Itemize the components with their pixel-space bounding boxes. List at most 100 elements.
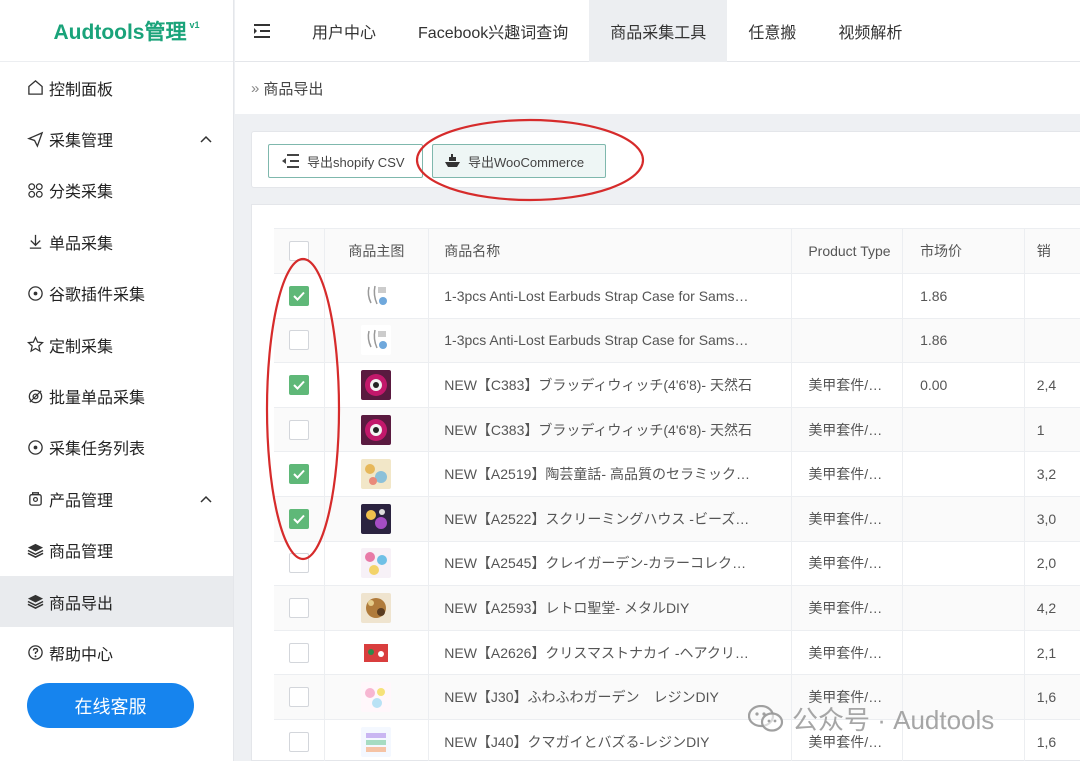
sidebar-item-5[interactable]: 定制采集 <box>0 319 233 370</box>
row-check-cell[interactable] <box>274 719 325 761</box>
tab-4[interactable]: 视频解析 <box>817 0 923 62</box>
row-check-cell[interactable] <box>274 541 325 586</box>
table-row[interactable]: NEW【A2519】陶芸童話- 高品質のセラミックビーズ 美甲套件/饰品 3,2 <box>274 452 1080 497</box>
row-checkbox[interactable] <box>288 642 309 663</box>
sidebar-item-11[interactable]: 帮助中心 <box>0 627 233 678</box>
row-checkbox[interactable] <box>288 374 309 395</box>
product-thumbnail[interactable] <box>361 369 392 400</box>
market-price-cell: 0.00 <box>903 363 1025 407</box>
tab-0[interactable]: 用户中心 <box>291 0 397 62</box>
export-shopify-csv-button[interactable]: 导出shopify CSV <box>268 144 423 178</box>
table-row[interactable]: NEW【C383】ブラッディウィッチ(4'6'8)- 天然石 美甲套件/饰品 1 <box>274 407 1080 453</box>
wechat-icon <box>748 704 784 732</box>
row-check-cell[interactable] <box>274 586 325 630</box>
row-check-cell[interactable] <box>274 363 325 407</box>
column-header[interactable]: Product Type <box>792 229 904 273</box>
row-checkbox[interactable] <box>288 731 309 752</box>
product-thumbnail[interactable] <box>361 637 392 668</box>
row-checkbox[interactable] <box>288 508 309 529</box>
table-row[interactable]: NEW【A2593】レトロ聖堂- メタルDIY 美甲套件/饰品 4,2 <box>274 586 1080 631</box>
sidebar-item-1[interactable]: 采集管理 <box>0 113 233 164</box>
sidebar-item-3[interactable]: 单品采集 <box>0 216 233 267</box>
table-row[interactable]: 1-3pcs Anti-Lost Earbuds Strap Case for … <box>274 318 1080 364</box>
select-all-cell[interactable] <box>274 229 325 273</box>
row-check-cell[interactable] <box>274 496 325 541</box>
row-checkbox[interactable] <box>288 687 309 708</box>
product-name-cell[interactable]: 1-3pcs Anti-Lost Earbuds Strap Case for … <box>429 274 793 318</box>
row-checkbox[interactable] <box>288 464 309 485</box>
gear-icon <box>26 387 44 405</box>
sidebar-item-6[interactable]: 批量单品采集 <box>0 370 233 421</box>
product-thumbnail[interactable] <box>361 503 392 534</box>
product-name-cell[interactable]: NEW【J30】ふわふわガーデン レジンDIY <box>429 675 793 719</box>
row-checkbox[interactable] <box>288 285 309 306</box>
product-thumbnail[interactable] <box>361 548 392 579</box>
column-header-label: 市场价 <box>920 243 963 259</box>
product-name-cell[interactable]: NEW【C383】ブラッディウィッチ(4'6'8)- 天然石 <box>429 407 793 452</box>
menu-toggle-icon[interactable] <box>235 0 291 62</box>
product-thumbnail[interactable] <box>361 726 392 757</box>
product-name-cell[interactable]: NEW【A2519】陶芸童話- 高品質のセラミックビーズ <box>429 452 793 496</box>
row-check-cell[interactable] <box>274 630 325 675</box>
table-row[interactable]: 1-3pcs Anti-Lost Earbuds Strap Case for … <box>274 274 1080 319</box>
breadcrumb-current[interactable]: 商品导出 <box>263 78 323 99</box>
row-checkbox[interactable] <box>288 419 309 440</box>
column-header[interactable]: 商品主图 <box>325 229 430 273</box>
sidebar-item-2[interactable]: 分类采集 <box>0 165 233 216</box>
tab-2[interactable]: 商品采集工具 <box>589 0 728 62</box>
row-checkbox[interactable] <box>288 553 309 574</box>
sales-value: 1 <box>1036 421 1045 438</box>
product-name-cell[interactable]: NEW【C383】ブラッディウィッチ(4'6'8)- 天然石 <box>429 363 793 407</box>
row-check-cell[interactable] <box>274 274 325 318</box>
brand[interactable]: Audtools管理 v1 <box>0 0 233 62</box>
sidebar-item-4[interactable]: 谷歌插件采集 <box>0 268 233 319</box>
product-thumbnail[interactable] <box>361 459 392 490</box>
table-row[interactable]: NEW【A2626】クリスマストナカイ -ヘアクリップ 美甲套件/饰品 2,1 <box>274 630 1080 676</box>
sidebar-item-7[interactable]: 采集任务列表 <box>0 422 233 473</box>
product-thumbnail[interactable] <box>361 592 392 623</box>
product-name: NEW【C383】ブラッディウィッチ(4'6'8)- 天然石 <box>444 421 752 438</box>
column-header[interactable]: 商品名称 <box>429 229 793 273</box>
chevron-up-icon[interactable] <box>199 132 213 146</box>
product-name-cell[interactable]: 1-3pcs Anti-Lost Earbuds Strap Case for … <box>429 318 793 363</box>
home-icon <box>26 79 44 97</box>
sidebar-item-0[interactable]: 控制面板 <box>0 62 233 113</box>
sidebar-item-10[interactable]: 商品导出 <box>0 575 233 628</box>
row-check-cell[interactable] <box>274 675 325 719</box>
column-header[interactable]: 销 <box>1025 229 1080 273</box>
chevron-up-icon[interactable] <box>199 492 213 506</box>
row-check-cell[interactable] <box>274 452 325 496</box>
product-thumbnail[interactable] <box>361 325 392 356</box>
table-row[interactable]: NEW【A2522】スクリーミングハウス -ビーズセット 美甲套件/饰品 3,0 <box>274 496 1080 542</box>
product-thumbnail[interactable] <box>361 280 392 311</box>
column-header-label: Product Type <box>808 243 891 259</box>
product-name-cell[interactable]: NEW【A2522】スクリーミングハウス -ビーズセット <box>429 496 793 541</box>
export-woocommerce-button[interactable]: 导出WooCommerce <box>432 144 606 178</box>
row-checkbox[interactable] <box>288 597 309 618</box>
product-name-cell[interactable]: NEW【A2545】クレイガーデン-カラーコレクション <box>429 541 793 586</box>
table-row[interactable]: NEW【A2545】クレイガーデン-カラーコレクション 美甲套件/饰品 2,0 <box>274 541 1080 587</box>
product-name: NEW【A2545】クレイガーデン-カラーコレクション <box>444 555 755 572</box>
product-name-cell[interactable]: NEW【J40】クマガイとバズる-レジンDIY <box>429 719 793 761</box>
tab-3[interactable]: 任意搬 <box>727 0 817 62</box>
sidebar-item-8[interactable]: 产品管理 <box>0 473 233 524</box>
product-name-cell[interactable]: NEW【A2593】レトロ聖堂- メタルDIY <box>429 586 793 630</box>
sidebar-item-9[interactable]: 商品管理 <box>0 525 233 576</box>
column-header[interactable]: 市场价 <box>903 229 1025 273</box>
star-icon <box>26 336 44 354</box>
product-type-cell: 美甲套件/饰品 <box>792 630 904 675</box>
row-checkbox[interactable] <box>288 330 309 351</box>
product-name-cell[interactable]: NEW【A2626】クリスマストナカイ -ヘアクリップ <box>429 630 793 675</box>
market-price-cell <box>903 407 1025 452</box>
select-all-checkbox[interactable] <box>288 241 309 261</box>
sales-cell: 1 <box>1025 408 1080 452</box>
tab-1[interactable]: Facebook兴趣词查询 <box>397 0 589 62</box>
row-check-cell[interactable] <box>274 318 325 363</box>
product-thumbnail[interactable] <box>361 682 392 713</box>
online-service-button[interactable]: 在线客服 <box>27 683 194 728</box>
sales-value: 2,4 <box>1036 376 1057 393</box>
top-nav: 用户中心 Facebook兴趣词查询 商品采集工具 任意搬 视频解析 <box>235 0 1080 62</box>
table-row[interactable]: NEW【C383】ブラッディウィッチ(4'6'8)- 天然石 美甲套件/饰品 0.0… <box>274 363 1080 408</box>
product-thumbnail[interactable] <box>361 414 392 445</box>
row-check-cell[interactable] <box>274 407 325 452</box>
